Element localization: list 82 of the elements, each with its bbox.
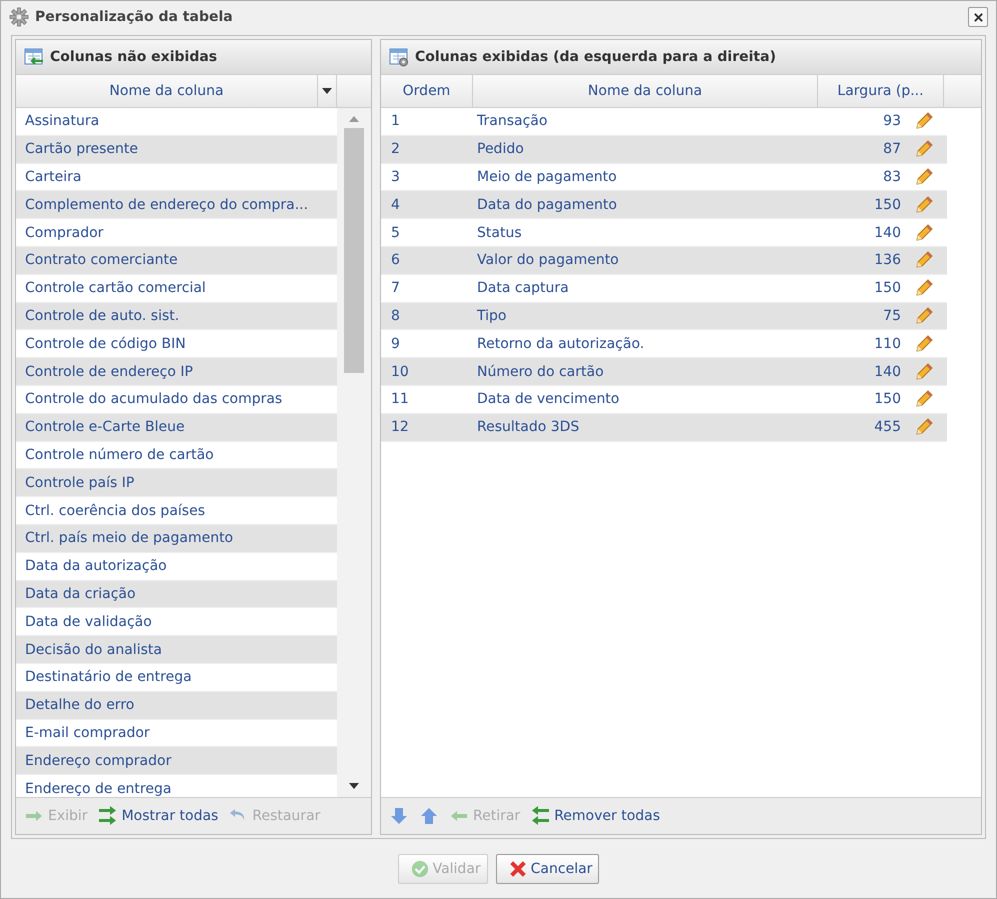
order-cell-text: 9	[390, 336, 401, 352]
pencil-icon[interactable]	[914, 194, 934, 215]
name-cell-text: Número do cartão	[476, 364, 605, 380]
column-header[interactable]: Nome da coluna	[473, 75, 818, 107]
pencil-icon[interactable]	[914, 111, 934, 132]
list-item[interactable]: Controle e-Carte Bleue	[16, 414, 337, 442]
width-cell-text: 150	[873, 391, 901, 408]
window-title: Personalização da tabela	[35, 9, 234, 25]
toolbar-button[interactable]: Remover todas	[530, 806, 660, 826]
list-item[interactable]: Controle país IP	[16, 469, 337, 498]
order-cell-text: 7	[390, 280, 401, 296]
close-icon	[972, 12, 984, 22]
column-header[interactable]: Ordem	[381, 75, 473, 107]
pencil-icon[interactable]	[914, 166, 934, 187]
scroll-down-icon[interactable]	[349, 783, 359, 789]
list-item[interactable]: Endereço comprador	[16, 747, 337, 776]
name-cell-text: Status	[476, 224, 523, 241]
up-arrow-icon[interactable]	[419, 806, 439, 826]
pencil-icon[interactable]	[914, 278, 934, 298]
name-cell-text: Pedido	[476, 141, 525, 158]
list-item[interactable]: Detalhe do erro	[16, 692, 337, 720]
toolbar-button[interactable]: Mostrar todas	[98, 806, 218, 826]
gear-icon	[9, 7, 29, 27]
width-cell-text: 110	[873, 336, 901, 352]
panel-title: Colunas exibidas (da esquerda para a direita)	[415, 49, 776, 65]
scrollbar-thumb[interactable]	[344, 128, 364, 373]
double-right-arrow-icon	[98, 806, 118, 826]
width-cell-text: 93	[882, 113, 901, 130]
width-cell-text: 150	[873, 196, 901, 213]
name-cell-text: Transação	[476, 113, 548, 130]
list-item[interactable]: Ctrl. país meio de pagamento	[16, 524, 337, 553]
list-item[interactable]: Controle de auto. sist.	[16, 302, 337, 330]
order-cell-text: 5	[390, 224, 401, 241]
column-header[interactable]: Largura (p...	[818, 75, 944, 107]
cross-icon	[508, 860, 527, 878]
scroll-up-icon[interactable]	[349, 116, 359, 122]
name-cell-text: Meio de pagamento	[476, 168, 618, 185]
order-cell-text: 1	[390, 113, 401, 130]
pencil-icon[interactable]	[914, 334, 934, 354]
width-cell-text: 150	[873, 280, 901, 296]
order-cell-text: 10	[390, 364, 410, 380]
double-left-arrow-icon	[530, 806, 550, 826]
width-cell-text: 455	[873, 419, 901, 436]
panel-title: Colunas não exibidas	[50, 49, 218, 65]
pencil-icon[interactable]	[914, 306, 934, 326]
order-cell-text: 12	[390, 419, 410, 436]
order-cell-text: 6	[390, 252, 401, 268]
list-item[interactable]: Controle de endereço IP	[16, 358, 337, 386]
width-cell-text: 136	[873, 252, 901, 268]
order-cell-text: 8	[390, 308, 401, 324]
width-cell-text: 140	[873, 364, 901, 380]
name-cell-text: Data de vencimento	[476, 391, 620, 408]
order-cell-text: 4	[390, 196, 401, 213]
width-cell-text: 83	[882, 168, 901, 185]
width-cell-text: 75	[882, 308, 901, 324]
table-gear-icon	[389, 47, 409, 67]
order-cell-text: 3	[390, 168, 401, 185]
check-icon	[410, 860, 429, 878]
name-cell-text: Data do pagamento	[476, 196, 618, 213]
list-item[interactable]: Data da criação	[16, 580, 337, 608]
width-cell-text: 87	[882, 141, 901, 158]
pencil-icon[interactable]	[914, 362, 934, 382]
down-arrow-icon[interactable]	[389, 806, 409, 826]
pencil-icon[interactable]	[914, 417, 934, 438]
name-cell-text: Resultado 3DS	[476, 419, 580, 436]
name-cell-text: Valor do pagamento	[476, 252, 620, 268]
cancel-button[interactable]: Cancelar	[496, 854, 600, 884]
list-item[interactable]: Decisão do analista	[16, 636, 337, 664]
name-cell-text: Tipo	[476, 308, 508, 324]
pencil-icon[interactable]	[914, 389, 934, 410]
list-item[interactable]: Complemento de endereço do compra...	[16, 191, 337, 220]
name-cell-text: Retorno da autorização.	[476, 336, 646, 352]
pencil-icon[interactable]	[914, 139, 934, 160]
list-item[interactable]: Contrato comerciante	[16, 246, 337, 275]
order-cell-text: 2	[390, 141, 401, 158]
pencil-icon[interactable]	[914, 222, 934, 243]
close-button[interactable]	[968, 7, 988, 27]
name-cell-text: Data captura	[476, 280, 570, 296]
width-cell-text: 140	[873, 224, 901, 241]
list-item[interactable]: Cartão presente	[16, 136, 337, 164]
order-cell-text: 11	[390, 391, 410, 408]
pencil-icon[interactable]	[914, 250, 934, 270]
